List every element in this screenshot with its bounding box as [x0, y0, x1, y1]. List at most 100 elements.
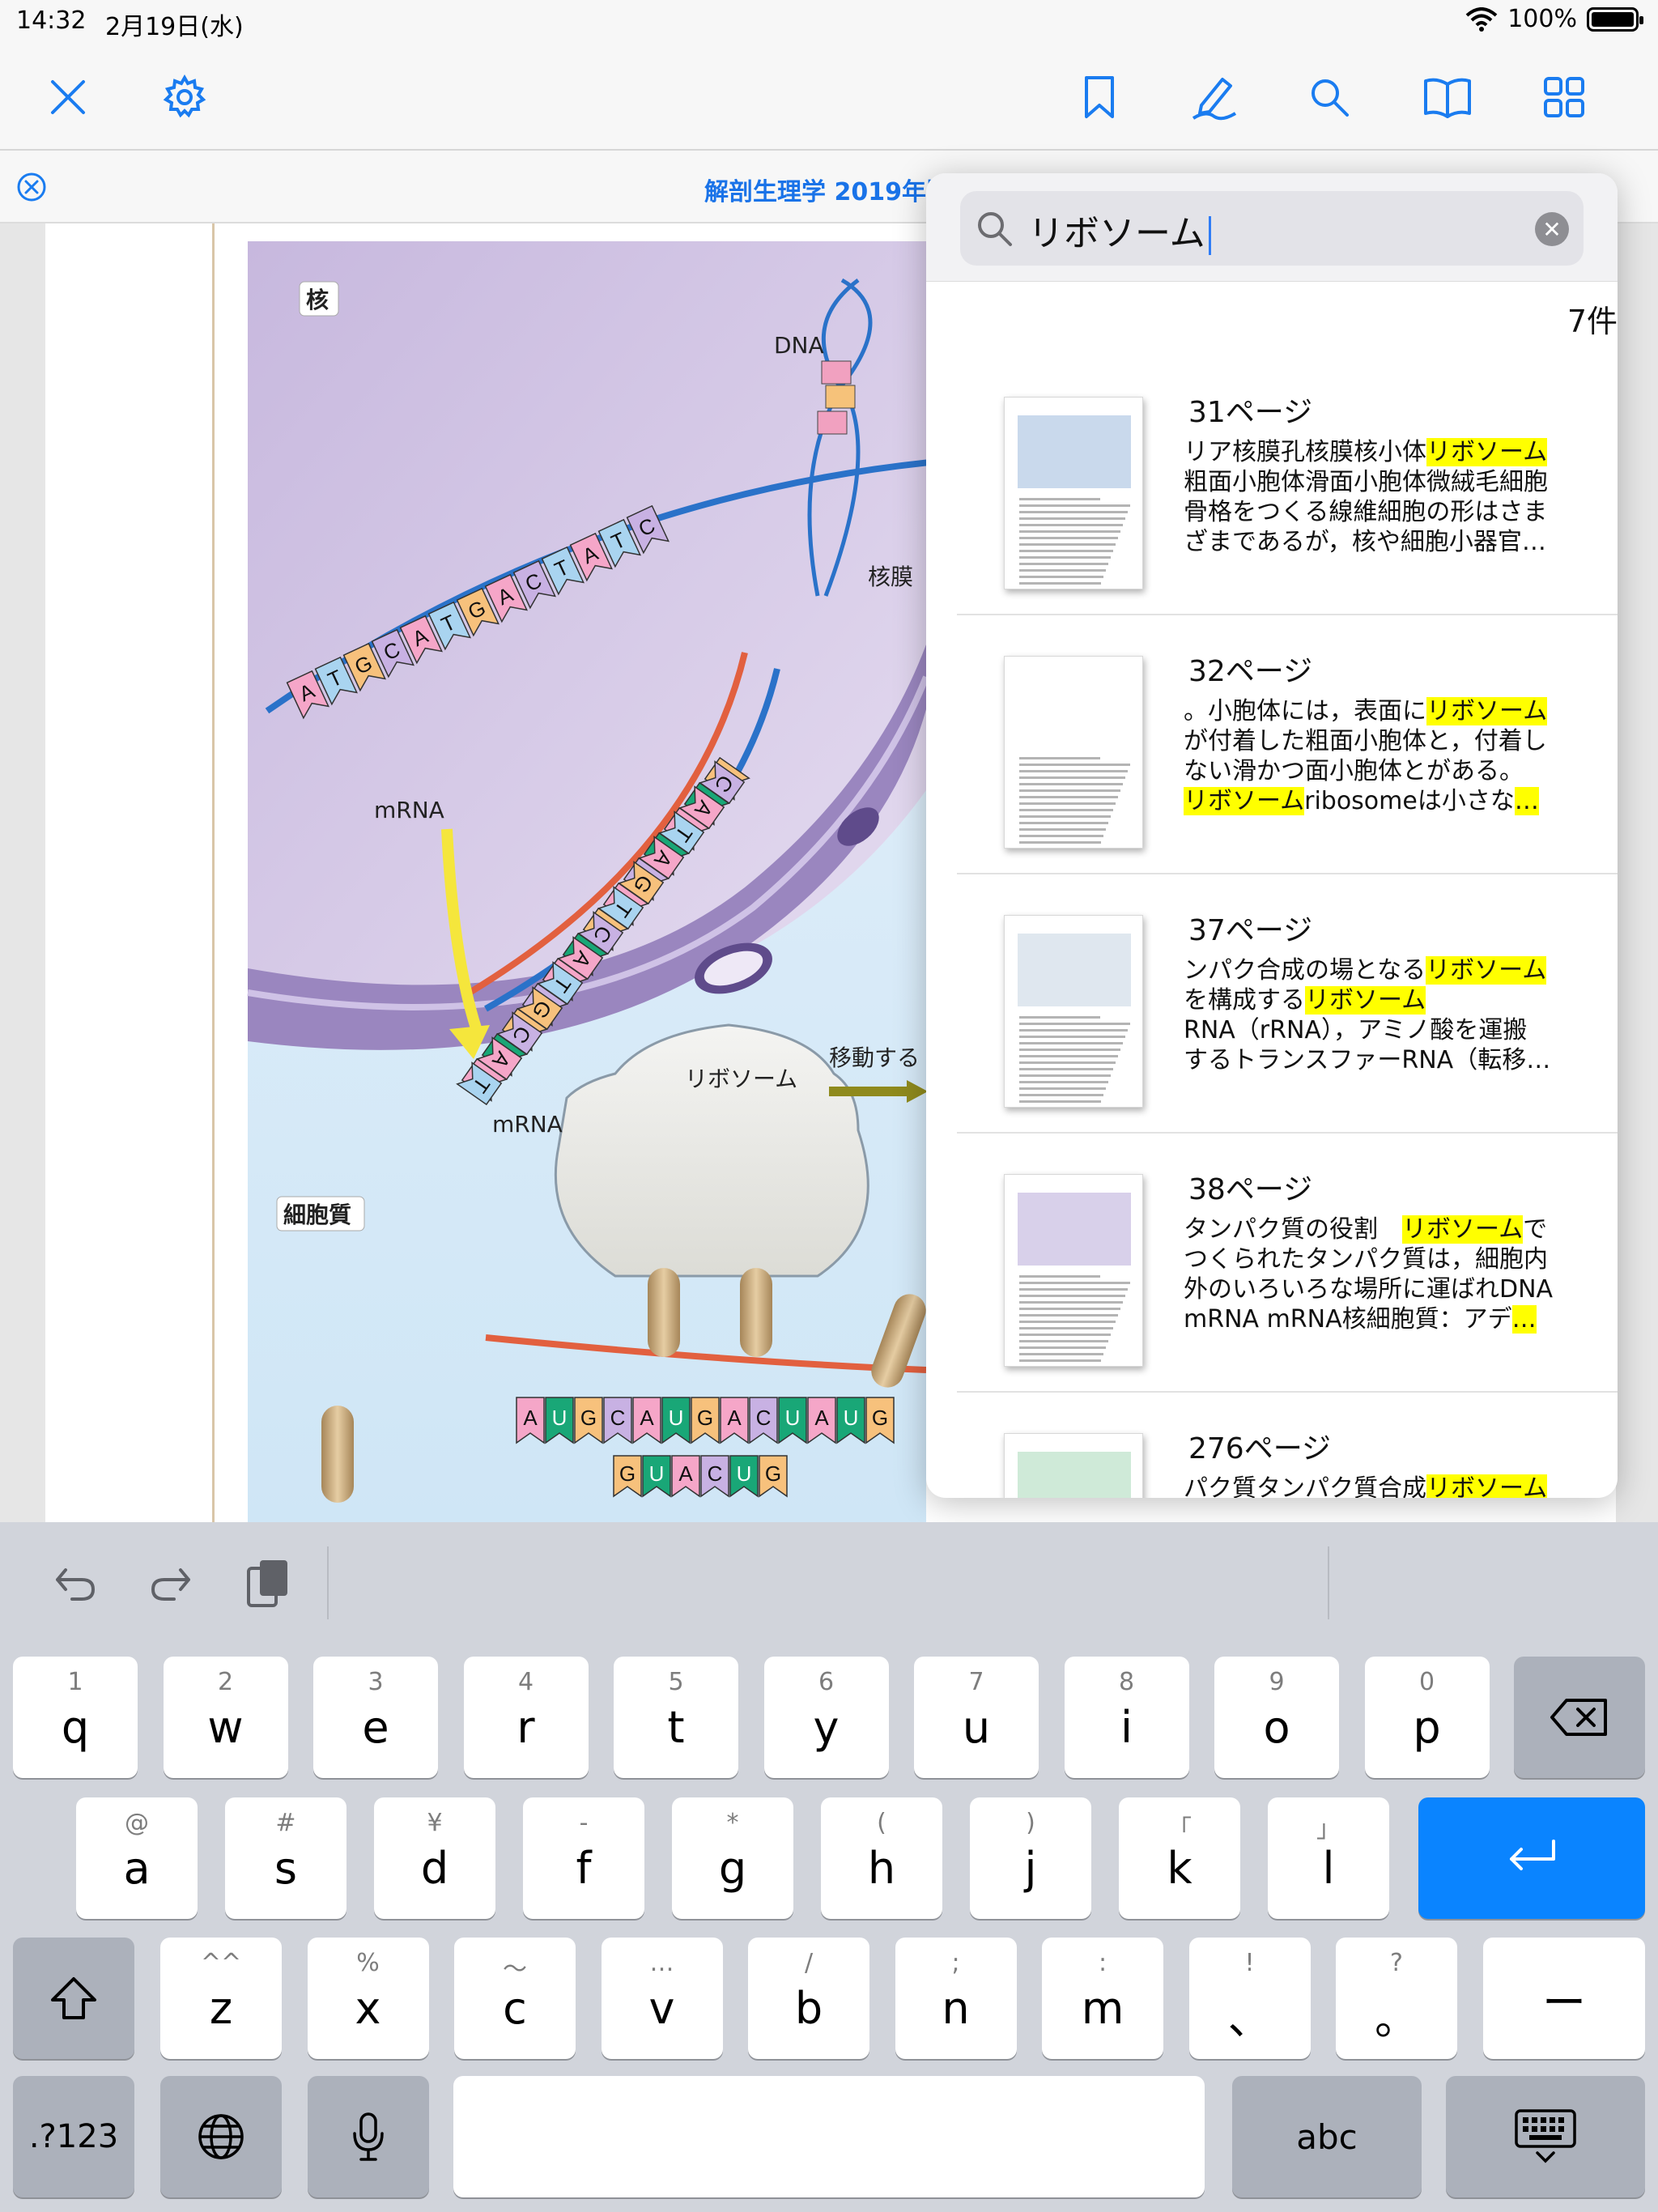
nucleotide-letter: C	[610, 1406, 626, 1430]
key-e[interactable]: 3e	[313, 1657, 438, 1778]
key-label: o	[1263, 1702, 1290, 1753]
result-snippet: ンパク合成の場となるリボソーム を構成するリボソーム RNA（rRNA），アミノ酸を…	[1184, 955, 1580, 1075]
search-input[interactable]: リボソーム ✕	[960, 191, 1584, 266]
key-icon-wrap	[160, 2076, 282, 2197]
close-circle-icon	[17, 172, 46, 202]
search-button[interactable]	[1303, 71, 1355, 123]
search-result-item[interactable]: 38ページ タンパク質の役割 リボソームで つくられたタンパク質は，細胞内 外のいろい…	[957, 1134, 1618, 1393]
key-h[interactable]: (h	[821, 1797, 942, 1919]
key-secondary-label: @	[125, 1809, 149, 1837]
key-long-vowel[interactable]: ー	[1483, 1938, 1645, 2059]
keyboard-hide-icon	[1515, 2109, 1576, 2163]
label-nuclear-membrane: 核膜	[868, 564, 913, 590]
key-c[interactable]: 〜 c	[454, 1938, 576, 2059]
paste-button[interactable]	[240, 1555, 296, 1611]
key-d[interactable]: ¥ d	[374, 1797, 495, 1919]
search-result-item[interactable]: 276ページ パク質タンパク質合成リボソーム	[957, 1393, 1618, 1498]
key-a[interactable]: @ a	[76, 1797, 198, 1919]
key-secondary-label: !	[1244, 1949, 1255, 1977]
key-label: v	[648, 1983, 675, 2034]
annotate-button[interactable]	[1188, 71, 1240, 123]
key-secondary-label: 6	[818, 1668, 835, 1696]
key-n[interactable]: ; n	[895, 1938, 1017, 2059]
snippet-line: RNA（rRNA），アミノ酸を運搬	[1184, 1015, 1580, 1045]
key-secondary-label: %	[356, 1949, 380, 1977]
key-label: y	[813, 1702, 840, 1753]
close-button[interactable]	[42, 71, 94, 123]
search-result-item[interactable]: 32ページ 。小胞体には，表面にリボソーム が付着した粗面小胞体と，付着し ない滑かつ…	[957, 615, 1618, 874]
key-k[interactable]: 「k	[1119, 1797, 1240, 1919]
key-m[interactable]: :m	[1042, 1938, 1163, 2059]
abc-key[interactable]: abc	[1232, 2076, 1422, 2197]
label-ribosome: リボソーム	[685, 1066, 797, 1092]
key-secondary-label: 3	[368, 1668, 384, 1696]
key-l[interactable]: 」 l	[1268, 1797, 1389, 1919]
nucleotide-letter: A	[814, 1406, 829, 1430]
key-label: p	[1413, 1702, 1441, 1753]
result-count: 7件	[1567, 304, 1618, 339]
snippet-text: ざまであるが，核や細胞小器官…	[1184, 528, 1546, 556]
label-nucleus: 核	[306, 287, 329, 313]
key-s[interactable]: # s	[225, 1797, 346, 1919]
dictation-key[interactable]	[308, 2076, 429, 2197]
snippet-line: リボソームribosomeは小さな…	[1184, 786, 1580, 816]
key-x[interactable]: % x	[307, 1938, 429, 2059]
highlighted-match: …	[1514, 787, 1539, 815]
key-g[interactable]: * g	[672, 1797, 793, 1919]
key-i[interactable]: 8i	[1064, 1657, 1189, 1778]
search-result-item[interactable]: 37ページ ンパク合成の場となるリボソーム を構成するリボソーム RNA（rRNA），…	[957, 874, 1618, 1134]
snippet-text: 骨格をつくる線維細胞の形はさま	[1184, 498, 1548, 526]
key-z[interactable]: ^^ z	[160, 1938, 282, 2059]
key-label: q	[61, 1702, 90, 1753]
key-comma[interactable]: !、	[1188, 1938, 1311, 2059]
clear-search-button[interactable]: ✕	[1535, 212, 1569, 246]
globe-key[interactable]	[160, 2076, 282, 2197]
page-thumbnail	[1004, 1433, 1143, 1498]
key-label: b	[794, 1983, 823, 2034]
key-o[interactable]: 9o	[1214, 1657, 1339, 1778]
key-period[interactable]: ?。	[1336, 1938, 1457, 2059]
search-result-item[interactable]: 31ページ リア核膜孔核膜核小体リボソーム 粗面小胞体滑面小胞体微絨毛細胞 骨格をつく…	[957, 356, 1618, 615]
key-u[interactable]: 7u	[914, 1657, 1039, 1778]
key-t[interactable]: 5t	[614, 1657, 738, 1778]
nucleotide-letter: U	[669, 1406, 684, 1430]
snippet-line: ざまであるが，核や細胞小器官…	[1184, 527, 1580, 557]
numbers-key[interactable]: .?123	[13, 2076, 134, 2197]
key-r[interactable]: 4r	[463, 1657, 589, 1778]
snippet-line: を構成するリボソーム	[1184, 985, 1580, 1015]
undo-button[interactable]	[47, 1555, 104, 1611]
close-icon	[51, 80, 85, 114]
snippet-line: パク質タンパク質合成リボソーム	[1184, 1474, 1580, 1498]
search-query: リボソーム	[1028, 204, 1211, 256]
contents-button[interactable]	[1422, 71, 1473, 123]
key-v[interactable]: … v	[601, 1938, 723, 2059]
status-bar: 14:32 2月19日(水) 100%	[0, 0, 1658, 41]
nucleotide-letter: U	[844, 1406, 859, 1430]
space-key[interactable]	[453, 2076, 1205, 2197]
key-secondary-label: ;	[951, 1949, 960, 1977]
redo-button[interactable]	[142, 1555, 199, 1611]
snippet-line: するトランスファーRNA（転移…	[1184, 1045, 1580, 1075]
key-j[interactable]: ) j	[970, 1797, 1091, 1919]
snippet-line: タンパク質の役割 リボソームで	[1184, 1214, 1580, 1244]
key-icon-wrap	[1514, 1657, 1645, 1778]
key-b[interactable]: / b	[748, 1938, 869, 2059]
bookmark-button[interactable]	[1073, 71, 1125, 123]
key-q[interactable]: 1q	[13, 1657, 138, 1778]
settings-button[interactable]	[159, 71, 210, 123]
nucleotide-letter: U	[552, 1406, 568, 1430]
status-date: 2月19日(水)	[105, 13, 244, 41]
return-key[interactable]	[1418, 1797, 1645, 1919]
key-y[interactable]: 6y	[763, 1657, 889, 1778]
key-p[interactable]: 0p	[1364, 1657, 1490, 1778]
hide-keyboard-key[interactable]	[1446, 2076, 1645, 2197]
result-page-number: 38ページ	[1188, 1173, 1313, 1206]
key-f[interactable]: -f	[523, 1797, 644, 1919]
close-document-button[interactable]	[16, 172, 47, 206]
thumbnails-button[interactable]	[1538, 71, 1590, 123]
key-w[interactable]: 2w	[163, 1657, 288, 1778]
shift-key[interactable]	[13, 1938, 134, 2059]
delete-key[interactable]	[1514, 1657, 1645, 1778]
settings-icon	[163, 74, 206, 118]
snippet-line: 外のいろいろな場所に運ばれDNA	[1184, 1274, 1580, 1304]
